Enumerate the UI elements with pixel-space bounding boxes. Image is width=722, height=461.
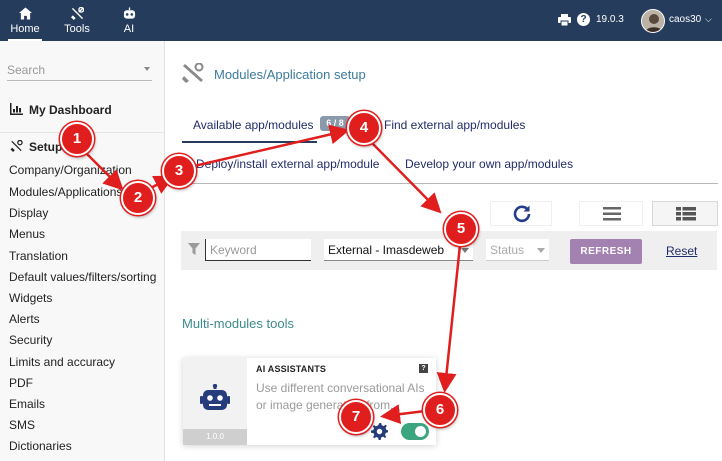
nav-ai-label: AI xyxy=(123,23,135,35)
dashboard-label: My Dashboard xyxy=(29,103,112,117)
filter-icon xyxy=(188,243,200,255)
nav-home[interactable]: Home xyxy=(0,0,50,41)
version-label: 19.0.3 xyxy=(596,14,624,25)
avatar[interactable] xyxy=(641,9,665,33)
step-marker-4: 4 xyxy=(347,111,381,145)
table-list-icon xyxy=(676,207,696,221)
step-marker-3: 3 xyxy=(162,154,196,188)
step-marker-6: 6 xyxy=(423,393,457,427)
reload-button[interactable] xyxy=(490,201,552,226)
tools-icon xyxy=(182,63,204,83)
gear-icon[interactable] xyxy=(371,423,388,440)
sidebar-item-dashboard[interactable]: My Dashboard xyxy=(10,103,112,117)
list-view-button[interactable] xyxy=(579,201,643,226)
step-marker-7: 7 xyxy=(339,400,373,434)
tab-active-indicator xyxy=(182,141,317,143)
sidebar-item-emails[interactable]: Emails xyxy=(9,397,45,411)
sidebar-item-translation[interactable]: Translation xyxy=(9,249,68,263)
sidebar-item-pdf[interactable]: PDF xyxy=(9,376,33,390)
sidebar-item-widgets[interactable]: Widgets xyxy=(9,291,52,305)
search-input[interactable] xyxy=(7,61,137,79)
module-card-image: 1.0.0 xyxy=(183,358,247,445)
tab-available[interactable]: Available app/modules xyxy=(193,118,314,132)
module-title: AI ASSISTANTS xyxy=(256,364,327,374)
page-title: Modules/Application setup xyxy=(214,67,366,82)
sidebar-item-sms[interactable]: SMS xyxy=(9,418,35,432)
chart-icon xyxy=(10,103,23,115)
refresh-icon xyxy=(513,205,531,223)
step-marker-5: 5 xyxy=(444,212,478,246)
nav-tools-label: Tools xyxy=(64,23,90,35)
reset-link[interactable]: Reset xyxy=(666,244,697,258)
sidebar-item-limits[interactable]: Limits and accuracy xyxy=(9,355,115,369)
robot-icon xyxy=(200,384,230,410)
search-caret-icon[interactable] xyxy=(144,67,150,71)
sidebar-item-alerts[interactable]: Alerts xyxy=(9,312,40,326)
chevron-down-icon[interactable]: ⌵ xyxy=(705,14,712,25)
sidebar-item-modules[interactable]: Modules/Applications xyxy=(9,185,122,199)
sidebar-item-display[interactable]: Display xyxy=(9,206,48,220)
module-card-ai-assistants: 1.0.0 AI ASSISTANTS ? Use different conv… xyxy=(183,358,436,445)
sidebar-item-menus[interactable]: Menus xyxy=(9,227,45,241)
sidebar-item-security[interactable]: Security xyxy=(9,333,52,347)
section-title: Multi-modules tools xyxy=(182,316,294,331)
chevron-down-icon xyxy=(537,248,545,253)
source-select-value: External - Imasdeweb xyxy=(328,243,445,257)
robot-icon xyxy=(123,7,136,19)
module-enable-toggle[interactable] xyxy=(401,423,429,440)
sidebar: My Dashboard Setup Company/Organization … xyxy=(0,41,165,461)
home-icon xyxy=(19,7,32,20)
keyword-input[interactable] xyxy=(205,239,311,261)
sidebar-search xyxy=(7,61,152,81)
tab-deploy[interactable]: Deploy/install external app/module xyxy=(196,157,379,171)
tab-find-external[interactable]: Find external app/modules xyxy=(384,118,525,132)
tab-develop[interactable]: Develop your own app/modules xyxy=(405,157,573,171)
nav-tools[interactable]: Tools xyxy=(52,0,102,41)
sidebar-item-setup[interactable]: Setup xyxy=(10,140,62,154)
sidebar-item-defaults[interactable]: Default values/filters/sorting xyxy=(9,270,156,284)
detailed-list-view-button[interactable] xyxy=(652,201,718,226)
nav-home-label: Home xyxy=(10,23,40,35)
printer-icon[interactable] xyxy=(558,14,571,26)
setup-label: Setup xyxy=(29,140,63,154)
help-icon[interactable]: ? xyxy=(577,13,590,26)
list-icon xyxy=(603,207,621,221)
tabs-divider xyxy=(182,183,718,184)
user-avatar-icon xyxy=(642,10,664,32)
sidebar-item-company[interactable]: Company/Organization xyxy=(9,163,132,177)
sidebar-item-dictionaries[interactable]: Dictionaries xyxy=(9,439,72,453)
top-bar: Home Tools AI ? 19.0.3 caos30 ⌵ xyxy=(0,0,722,41)
help-icon[interactable]: ? xyxy=(419,364,428,373)
tools-icon xyxy=(71,7,84,20)
step-marker-1: 1 xyxy=(60,122,94,156)
username[interactable]: caos30 xyxy=(669,14,701,25)
arrow-4-to-5 xyxy=(371,142,442,214)
nav-ai[interactable]: AI xyxy=(104,0,154,41)
modules-count-badge: 6 / 8 xyxy=(320,116,350,131)
chevron-down-icon xyxy=(461,248,469,253)
refresh-button[interactable]: REFRESH xyxy=(570,239,642,264)
status-select[interactable]: Status xyxy=(486,239,549,261)
status-select-placeholder: Status xyxy=(490,243,525,257)
tools-icon xyxy=(10,140,23,152)
module-version: 1.0.0 xyxy=(183,429,247,445)
step-marker-2: 2 xyxy=(121,181,155,215)
